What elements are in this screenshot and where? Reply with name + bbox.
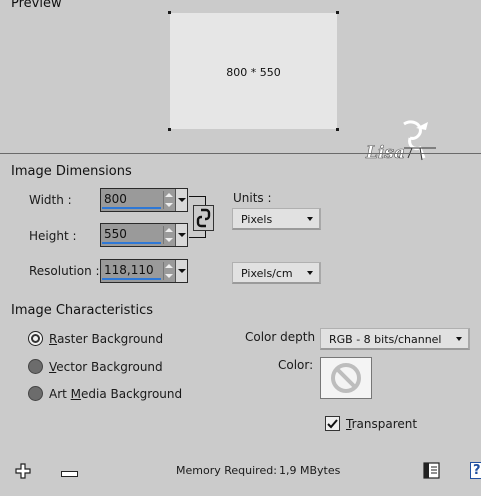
width-spin-arrows[interactable] — [163, 191, 174, 209]
units-dropdown[interactable]: Pixels — [232, 208, 321, 230]
width-focus-underline — [102, 207, 161, 209]
color-depth-dropdown[interactable]: RGB - 8 bits/channel — [320, 328, 470, 350]
vector-background-radio[interactable] — [28, 359, 43, 374]
chevron-down-icon — [307, 271, 313, 275]
width-value[interactable]: 800 — [104, 192, 127, 206]
width-field[interactable]: 800 — [100, 188, 188, 212]
preview-title: Preview — [11, 0, 62, 11]
add-preset-button[interactable] — [15, 463, 31, 479]
dimensions-title: Image Dimensions — [11, 164, 132, 179]
resolution-focus-underline — [102, 278, 161, 280]
resolution-units-value: Pixels/cm — [241, 267, 293, 280]
memory-required-label: Memory Required: — [176, 464, 277, 477]
width-label: Width : — [29, 193, 72, 207]
plus-icon — [15, 463, 31, 479]
height-label: Height : — [29, 229, 77, 243]
vector-background-label[interactable]: Vector Background — [49, 360, 163, 374]
resolution-value[interactable]: 118,110 — [104, 263, 154, 277]
preview-handle-bl — [168, 128, 171, 131]
help-button[interactable]: ? — [470, 462, 481, 479]
art-media-background-label[interactable]: Art Media Background — [49, 387, 182, 401]
minus-icon — [61, 471, 78, 477]
color-label: Color: — [278, 358, 314, 372]
page-properties-button[interactable] — [423, 462, 440, 479]
height-focus-underline — [102, 242, 161, 244]
preview-handle-br — [336, 128, 339, 131]
art-media-background-radio[interactable] — [28, 386, 43, 401]
document-icon — [423, 462, 440, 479]
chevron-down-icon — [307, 217, 313, 221]
height-field[interactable]: 550 — [100, 223, 188, 247]
color-depth-label: Color depth : — [245, 330, 323, 344]
resolution-dropdown-arrow[interactable] — [175, 260, 187, 282]
preview-size-text: 800 * 550 — [226, 66, 281, 79]
chevron-down-icon — [456, 337, 462, 341]
preview-handle-tr — [336, 11, 339, 14]
characteristics-title: Image Characteristics — [11, 303, 154, 318]
color-swatch[interactable] — [320, 357, 372, 399]
transparent-checkbox[interactable] — [325, 416, 340, 431]
height-dropdown-arrow[interactable] — [175, 224, 187, 246]
preview-canvas: 800 * 550 — [168, 11, 339, 131]
height-spin-arrows[interactable] — [163, 226, 174, 244]
aspect-link-button[interactable] — [193, 205, 214, 231]
remove-preset-button[interactable] — [61, 467, 78, 477]
chain-link-icon — [196, 208, 211, 228]
preview-handle-tl — [168, 11, 171, 14]
height-value[interactable]: 550 — [104, 227, 127, 241]
resolution-spin-arrows[interactable] — [163, 262, 174, 280]
color-depth-value: RGB - 8 bits/channel — [329, 333, 442, 346]
resolution-units-dropdown[interactable]: Pixels/cm — [232, 262, 321, 284]
units-label: Units : — [233, 191, 272, 205]
resolution-label: Resolution : — [29, 264, 100, 278]
help-icon: ? — [473, 463, 481, 478]
section-divider — [0, 153, 481, 154]
resolution-field[interactable]: 118,110 — [100, 259, 188, 283]
no-color-icon — [331, 363, 361, 393]
units-value: Pixels — [241, 213, 273, 226]
transparent-label[interactable]: Transparent — [346, 417, 417, 431]
width-dropdown-arrow[interactable] — [175, 189, 187, 211]
raster-background-label[interactable]: Raster Background — [49, 332, 163, 346]
raster-background-radio[interactable] — [28, 331, 43, 346]
checkmark-icon — [327, 419, 338, 429]
memory-required-value: 1,9 MBytes — [279, 464, 341, 477]
watermark-logo: Lisa — [364, 118, 438, 164]
